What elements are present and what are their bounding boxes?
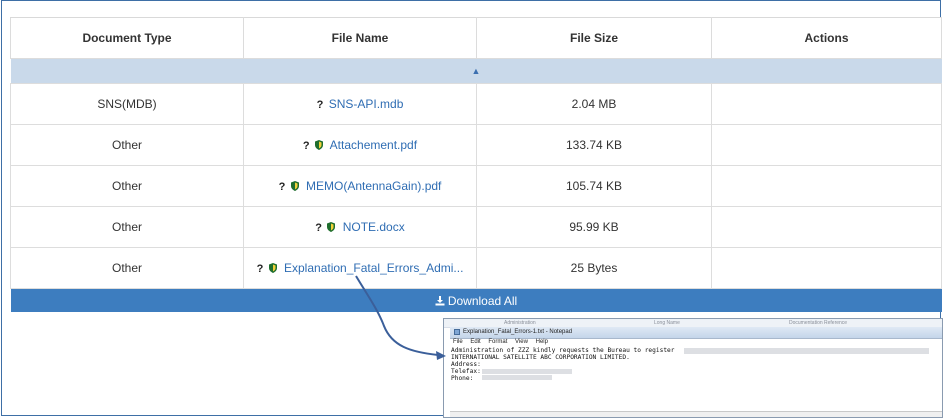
file-link[interactable]: SNS-API.mdb: [329, 97, 404, 111]
question-icon[interactable]: ?: [257, 263, 264, 275]
notepad-menu-view: View: [515, 339, 528, 345]
document-type-cell: Other: [10, 165, 244, 207]
file-link[interactable]: NOTE.docx: [343, 220, 405, 234]
background-header-long-name: Long Name: [654, 320, 680, 326]
file-link[interactable]: MEMO(AntennaGain).pdf: [306, 179, 441, 193]
notepad-title: Explanation_Fatal_Errors-1.txt - Notepad: [463, 329, 573, 335]
notepad-statusbar: [450, 411, 942, 417]
shield-icon: [290, 181, 299, 191]
background-header-documentation-reference: Documentation Reference: [789, 320, 848, 326]
column-header-actions: Actions: [711, 17, 942, 59]
column-header-document-type[interactable]: Document Type: [10, 17, 244, 59]
group-toggle-row[interactable]: ▲: [10, 58, 942, 84]
file-name-cell: ? SNS-API.mdb: [243, 83, 477, 125]
shield-icon: [315, 140, 323, 150]
download-all-bar[interactable]: Download All: [10, 288, 942, 312]
question-icon[interactable]: ?: [315, 222, 322, 234]
download-all-cell[interactable]: Download All: [10, 288, 942, 312]
notepad-line: Address:: [451, 361, 481, 368]
document-type-cell: Other: [10, 124, 244, 166]
question-icon[interactable]: ?: [317, 99, 324, 111]
file-size-cell: 133.74 KB: [476, 124, 712, 166]
column-header-file-name[interactable]: File Name: [243, 17, 477, 59]
file-size-cell: 95.99 KB: [476, 206, 712, 248]
file-name-cell: ? Explanation_Fatal_Errors_Admi...: [243, 247, 477, 289]
notepad-preview-image: Administration Long Name Documentation R…: [443, 318, 943, 418]
file-name-cell: ? MEMO(AntennaGain).pdf: [243, 165, 477, 207]
shield-icon: [268, 263, 277, 273]
background-header-administration: Administration: [504, 320, 536, 326]
notepad-icon: [454, 329, 460, 335]
file-size-cell: 25 Bytes: [476, 247, 712, 289]
notepad-menu-edit: Edit: [470, 339, 481, 345]
file-name-cell: ? Attachement.pdf: [243, 124, 477, 166]
file-size-cell: 2.04 MB: [476, 83, 712, 125]
document-type-cell: SNS(MDB): [10, 83, 244, 125]
download-all-label: Download All: [447, 293, 518, 308]
download-all-button[interactable]: Download All: [435, 294, 517, 308]
actions-cell: [711, 247, 942, 289]
actions-cell: [711, 83, 942, 125]
table-row: SNS(MDB) ? SNS-API.mdb 2.04 MB: [10, 83, 942, 125]
actions-cell: [711, 206, 942, 248]
collapse-toggle-icon[interactable]: ▲: [10, 58, 942, 84]
notepad-menu-format: Format: [488, 339, 508, 345]
file-link[interactable]: Explanation_Fatal_Errors_Admi...: [284, 261, 463, 275]
table-row: Other ? Explanation_Fatal_Errors_Admi...…: [10, 247, 942, 289]
notepad-menu-help: Help: [535, 339, 548, 345]
table-row: Other ? NOTE.docx 95.99 KB: [10, 206, 942, 248]
question-icon[interactable]: ?: [279, 181, 286, 193]
redacted-block: [482, 369, 572, 374]
actions-cell: [711, 124, 942, 166]
table-row: Other ? MEMO(AntennaGain).pdf 105.74 KB: [10, 165, 942, 207]
file-link[interactable]: Attachement.pdf: [330, 138, 417, 152]
notepad-menu-file: File: [453, 339, 463, 345]
file-name-cell: ? NOTE.docx: [243, 206, 477, 248]
documents-table: Document Type File Name File Size Action…: [10, 17, 942, 312]
document-type-cell: Other: [10, 206, 244, 248]
actions-cell: [711, 165, 942, 207]
column-header-file-size[interactable]: File Size: [476, 17, 712, 59]
table-row: Other ? Attachement.pdf 133.74 KB: [10, 124, 942, 166]
notepad-menubar: File Edit Format View Help: [450, 339, 942, 347]
notepad-titlebar: Explanation_Fatal_Errors-1.txt - Notepad: [450, 327, 942, 339]
question-icon[interactable]: ?: [303, 140, 310, 152]
notepad-line: INTERNATIONAL SATELLITE ABC CORPORATION …: [451, 354, 630, 361]
file-size-cell: 105.74 KB: [476, 165, 712, 207]
shield-icon: [327, 222, 336, 232]
redacted-block: [482, 375, 552, 380]
table-header-row: Document Type File Name File Size Action…: [10, 17, 942, 59]
download-icon: [435, 295, 445, 305]
redacted-block: [684, 348, 929, 354]
document-type-cell: Other: [10, 247, 244, 289]
